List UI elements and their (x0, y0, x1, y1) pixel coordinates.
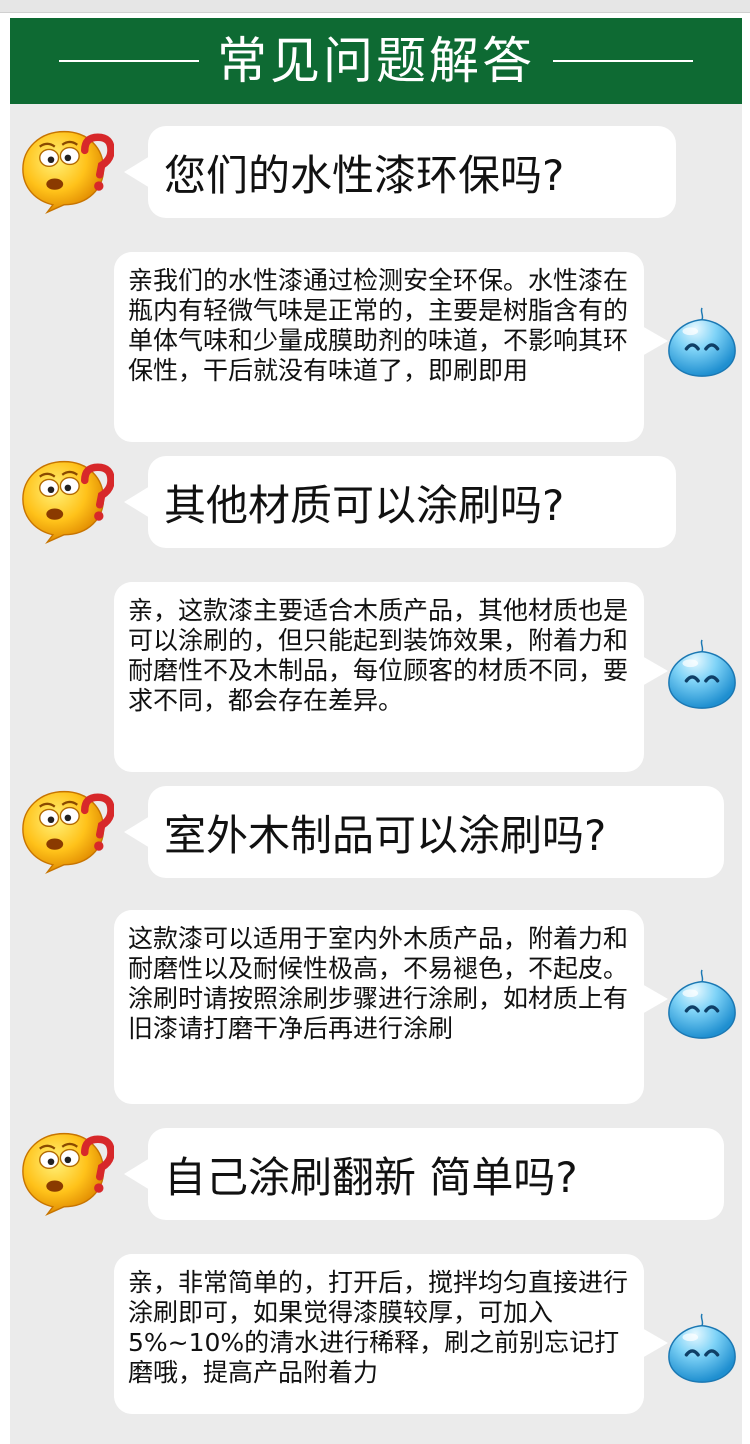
question-text-1: 您们的水性漆环保吗? (164, 150, 565, 200)
smiling-blue-droplet-icon (667, 306, 737, 378)
smiling-blue-droplet-icon (667, 638, 737, 710)
answer-bubble-4: 亲，非常简单的，打开后，搅拌均匀直接进行涂刷即可，如果觉得漆膜较厚，可加入5%~… (114, 1254, 668, 1414)
faq-panel: 您们的水性漆环保吗? 亲我们的水性漆通过检测安全环保。水性漆在瓶内有轻微气味是正… (10, 104, 742, 1444)
section-title: 常见问题解答 (217, 32, 535, 90)
confused-question-emoji-icon (18, 456, 114, 546)
answer-text-3: 这款漆可以适用于室内外木质产品，附着力和耐磨性以及耐候性极高，不易褪色，不起皮。… (128, 924, 629, 1043)
question-text-2: 其他材质可以涂刷吗? (164, 480, 565, 530)
answer-bubble-2: 亲，这款漆主要适合木质产品，其他材质也是可以涂刷的，但只能起到装饰效果，附着力和… (114, 582, 668, 772)
answer-text-4: 亲，非常简单的，打开后，搅拌均匀直接进行涂刷即可，如果觉得漆膜较厚，可加入5%~… (128, 1268, 629, 1387)
section-header: 常见问题解答 (10, 18, 742, 104)
answer-text-1: 亲我们的水性漆通过检测安全环保。水性漆在瓶内有轻微气味是正常的，主要是树脂含有的… (128, 266, 629, 385)
confused-question-emoji-icon (18, 786, 114, 876)
question-bubble-3: 室外木制品可以涂刷吗? (124, 786, 724, 878)
question-text-4: 自己涂刷翻新 简单吗? (164, 1152, 578, 1202)
confused-question-emoji-icon (18, 1128, 114, 1218)
smiling-blue-droplet-icon (667, 968, 737, 1040)
top-divider-strip (0, 0, 750, 13)
answer-bubble-1: 亲我们的水性漆通过检测安全环保。水性漆在瓶内有轻微气味是正常的，主要是树脂含有的… (114, 252, 668, 442)
question-bubble-2: 其他材质可以涂刷吗? (124, 456, 676, 548)
answer-text-2: 亲，这款漆主要适合木质产品，其他材质也是可以涂刷的，但只能起到装饰效果，附着力和… (128, 596, 629, 715)
smiling-blue-droplet-icon (667, 1312, 737, 1384)
header-right-rule (553, 60, 693, 62)
answer-bubble-3: 这款漆可以适用于室内外木质产品，附着力和耐磨性以及耐候性极高，不易褪色，不起皮。… (114, 910, 668, 1104)
header-left-rule (59, 60, 199, 62)
question-text-3: 室外木制品可以涂刷吗? (164, 810, 607, 860)
question-bubble-1: 您们的水性漆环保吗? (124, 126, 676, 218)
confused-question-emoji-icon (18, 126, 114, 216)
question-bubble-4: 自己涂刷翻新 简单吗? (124, 1128, 724, 1220)
